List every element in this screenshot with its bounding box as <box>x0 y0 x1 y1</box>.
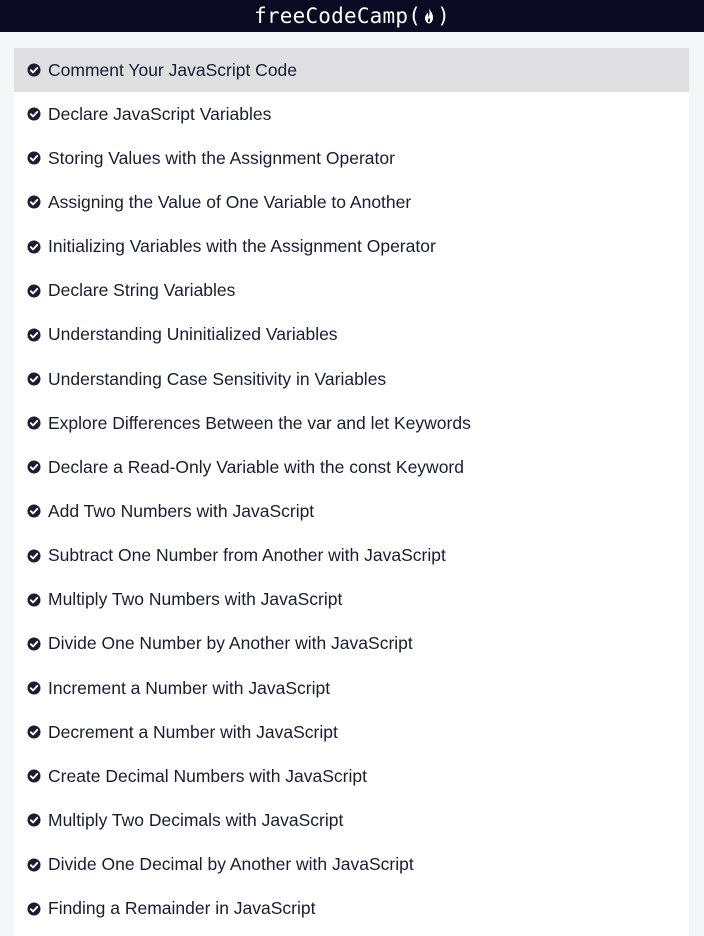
lesson-item-label: Initializing Variables with the Assignme… <box>48 236 436 257</box>
lesson-item-label: Subtract One Number from Another with Ja… <box>48 545 446 566</box>
lesson-item-label: Assigning the Value of One Variable to A… <box>48 191 412 212</box>
check-circle-icon <box>27 637 41 651</box>
lesson-item[interactable]: Initializing Variables with the Assignme… <box>14 225 689 269</box>
lesson-item-label: Add Two Numbers with JavaScript <box>48 500 315 521</box>
check-circle-icon <box>27 63 41 77</box>
check-circle-icon <box>27 858 41 872</box>
lesson-item-label: Understanding Case Sensitivity in Variab… <box>48 368 387 389</box>
top-navbar: freeCodeCamp ( ) <box>0 0 704 32</box>
lesson-item-label: Divide One Decimal by Another with JavaS… <box>48 854 414 875</box>
check-circle-icon <box>27 769 41 783</box>
lesson-item[interactable]: Multiply Two Numbers with JavaScript <box>14 578 689 622</box>
check-circle-icon <box>27 107 41 121</box>
lesson-item-label: Explore Differences Between the var and … <box>48 412 471 433</box>
check-circle-icon <box>27 725 41 739</box>
lesson-item-label: Divide One Number by Another with JavaSc… <box>48 633 413 654</box>
lesson-item-label: Declare a Read-Only Variable with the co… <box>48 456 464 477</box>
lesson-item-label: Increment a Number with JavaScript <box>48 677 331 698</box>
check-circle-icon <box>27 460 41 474</box>
lesson-item-label: Finding a Remainder in JavaScript <box>48 898 316 919</box>
check-circle-icon <box>27 372 41 386</box>
lesson-item-label: Multiply Two Numbers with JavaScript <box>48 589 343 610</box>
lesson-item[interactable]: Create Decimal Numbers with JavaScript <box>14 754 689 798</box>
lesson-item[interactable]: Declare a Read-Only Variable with the co… <box>14 445 689 489</box>
brand-paren-open: ( <box>408 3 422 28</box>
lesson-item[interactable]: Multiply Two Decimals with JavaScript <box>14 798 689 842</box>
brand-logo[interactable]: freeCodeCamp ( ) <box>254 3 450 28</box>
lesson-item-label: Multiply Two Decimals with JavaScript <box>48 809 344 830</box>
lesson-item-label: Declare String Variables <box>48 280 236 301</box>
lesson-item[interactable]: Comment Your JavaScript Code <box>14 48 689 93</box>
lesson-list: Comment Your JavaScript Code Declare Java… <box>14 48 689 931</box>
lesson-item-label: Decrement a Number with JavaScript <box>48 721 338 742</box>
check-circle-icon <box>27 416 41 430</box>
lesson-item-label: Declare JavaScript Variables <box>48 103 272 124</box>
check-circle-icon <box>27 328 41 342</box>
lesson-item[interactable]: Declare String Variables <box>14 269 689 313</box>
flame-icon <box>425 8 434 24</box>
lesson-item-label: Comment Your JavaScript Code <box>48 59 298 80</box>
lesson-item[interactable]: Declare JavaScript Variables <box>14 92 689 136</box>
lesson-item[interactable]: Divide One Number by Another with JavaSc… <box>14 622 689 666</box>
check-circle-icon <box>27 284 41 298</box>
lesson-item[interactable]: Understanding Uninitialized Variables <box>14 313 689 357</box>
lesson-item[interactable]: Subtract One Number from Another with Ja… <box>14 534 689 578</box>
lesson-item[interactable]: Storing Values with the Assignment Opera… <box>14 136 689 180</box>
check-circle-icon <box>27 593 41 607</box>
check-circle-icon <box>27 902 41 916</box>
lesson-item[interactable]: Divide One Decimal by Another with JavaS… <box>14 843 689 887</box>
brand-name: freeCodeCamp <box>254 3 409 28</box>
check-circle-icon <box>27 240 41 254</box>
lesson-item[interactable]: Explore Differences Between the var and … <box>14 401 689 445</box>
check-circle-icon <box>27 151 41 165</box>
check-circle-icon <box>27 549 41 563</box>
lesson-list-panel: Comment Your JavaScript Code Declare Java… <box>14 48 689 936</box>
check-circle-icon <box>27 195 41 209</box>
check-circle-icon <box>27 504 41 518</box>
lesson-item-label: Understanding Uninitialized Variables <box>48 324 338 345</box>
lesson-item[interactable]: Assigning the Value of One Variable to A… <box>14 180 689 224</box>
lesson-item[interactable]: Understanding Case Sensitivity in Variab… <box>14 357 689 401</box>
check-circle-icon <box>27 681 41 695</box>
lesson-item-label: Storing Values with the Assignment Opera… <box>48 147 395 168</box>
brand-paren-close: ) <box>437 3 450 28</box>
lesson-item[interactable]: Decrement a Number with JavaScript <box>14 710 689 754</box>
lesson-item[interactable]: Add Two Numbers with JavaScript <box>14 489 689 533</box>
lesson-item[interactable]: Increment a Number with JavaScript <box>14 666 689 710</box>
lesson-item[interactable]: Finding a Remainder in JavaScript <box>14 887 689 931</box>
lesson-item-label: Create Decimal Numbers with JavaScript <box>48 765 367 786</box>
check-circle-icon <box>27 813 41 827</box>
